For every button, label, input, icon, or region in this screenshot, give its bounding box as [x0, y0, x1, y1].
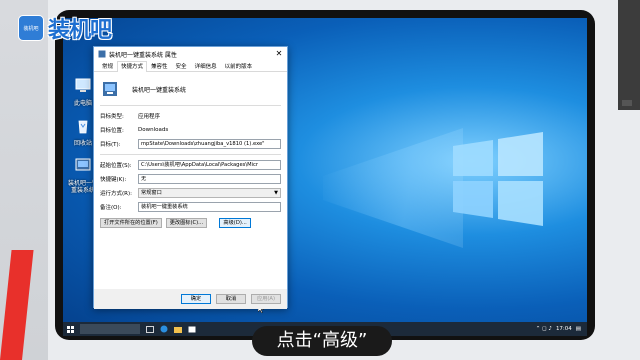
dialog-titlebar[interactable]: 装机吧一键重装系统 属性 ✕: [94, 47, 287, 61]
cancel-button[interactable]: 取消: [216, 294, 246, 304]
app-small-icon: [98, 50, 106, 58]
dialog-footer: 确定 取消 应用(A): [94, 289, 287, 309]
start-in-field[interactable]: C:\Users\装机吧\AppData\Local\Packages\Micr: [138, 160, 281, 170]
advanced-button[interactable]: 高级(D)...: [219, 218, 252, 228]
open-file-location-button[interactable]: 打开文件所在的位置(F): [100, 218, 162, 228]
row-target-type: 目标类型: 应用程序: [100, 111, 281, 121]
task-view-icon: [146, 325, 154, 333]
brand-wordmark: 装机吧: [48, 18, 112, 43]
close-icon[interactable]: ✕: [271, 47, 287, 61]
change-icon-button[interactable]: 更改图标(C)...: [165, 218, 208, 228]
app-shortcut-icon: [75, 158, 91, 171]
apply-button[interactable]: 应用(A): [251, 294, 281, 304]
computer-icon: [75, 78, 91, 92]
tutorial-caption: 点击“高级”: [252, 326, 392, 356]
start-button[interactable]: [63, 322, 77, 336]
taskbar-search-box[interactable]: [80, 324, 140, 334]
row-shortcut-key: 快捷键(K): 无: [100, 174, 281, 184]
stage: 此电脑 回收站 装机吧一键重装系统 装机吧一键重装系统 属性 ✕ 常规 快捷方式…: [0, 0, 640, 360]
clock[interactable]: 17:04: [556, 326, 572, 332]
store-icon: [188, 326, 196, 333]
desktop-screen: 此电脑 回收站 装机吧一键重装系统 装机吧一键重装系统 属性 ✕ 常规 快捷方式…: [63, 18, 587, 336]
target-location-value: Downloads: [138, 127, 169, 133]
target-location-label: 目标位置:: [100, 128, 124, 134]
tab-compatibility[interactable]: 兼容性: [147, 61, 172, 71]
dialog-title: 装机吧一键重装系统 属性: [109, 51, 177, 59]
divider: [100, 105, 281, 106]
brand-badge: 装机吧: [18, 15, 44, 41]
brand-logo: 装机吧 装机吧: [18, 12, 112, 44]
chevron-down-icon: ▼: [274, 190, 278, 196]
windows-start-icon: [66, 325, 74, 333]
row-target: 目标(T): mpState\Downloads\zhuangjiba_v181…: [100, 139, 281, 149]
row-comment: 备注(O): 装机吧一键重装系统: [100, 202, 281, 212]
properties-dialog: 装机吧一键重装系统 属性 ✕ 常规 快捷方式 兼容性 安全 详细信息 以前的版本: [93, 46, 288, 313]
target-type-label: 目标类型:: [100, 114, 124, 120]
target-field[interactable]: mpState\Downloads\zhuangjiba_v1810 (1).e…: [138, 139, 281, 149]
shortcut-key-field[interactable]: 无: [138, 174, 281, 184]
target-type-value: 应用程序: [138, 114, 161, 120]
start-in-label: 起始位置(S):: [100, 163, 132, 169]
row-target-location: 目标位置: Downloads: [100, 125, 281, 135]
app-large-icon: [103, 82, 117, 96]
row-start-in: 起始位置(S): C:\Users\装机吧\AppData\Local\Pack…: [100, 160, 281, 170]
action-buttons: 打开文件所在的位置(F) 更改图标(C)... 高级(D)...: [100, 218, 281, 228]
folder-icon: [174, 326, 182, 333]
run-select[interactable]: 常规窗口 ▼: [138, 188, 281, 198]
system-tray: ⌃ ◻ ♪ 17:04 ▤: [536, 326, 587, 332]
edge-icon: [160, 325, 168, 333]
tab-general[interactable]: 常规: [98, 61, 117, 71]
tab-details[interactable]: 详细信息: [191, 61, 221, 71]
run-select-value: 常规窗口: [141, 190, 162, 196]
tab-shortcut[interactable]: 快捷方式: [117, 61, 148, 72]
dark-decor: [618, 0, 640, 110]
taskbar-store-button[interactable]: [185, 322, 199, 336]
run-label: 运行方式(R):: [100, 191, 132, 197]
monitor: 此电脑 回收站 装机吧一键重装系统 装机吧一键重装系统 属性 ✕ 常规 快捷方式…: [55, 10, 595, 340]
windows-logo-icon: [453, 132, 543, 226]
taskbar-edge-button[interactable]: [157, 322, 171, 336]
shortcut-header: 装机吧一键重装系统: [100, 78, 281, 100]
decor-nub: [622, 100, 632, 106]
task-view-button[interactable]: [143, 322, 157, 336]
tab-previous-versions[interactable]: 以前的版本: [221, 61, 257, 71]
taskbar-explorer-button[interactable]: [171, 322, 185, 336]
shortcut-key-label: 快捷键(K):: [100, 177, 127, 183]
divider: [100, 154, 281, 155]
app-name: 装机吧一键重装系统: [132, 86, 187, 94]
tab-strip: 常规 快捷方式 兼容性 安全 详细信息 以前的版本: [94, 61, 287, 72]
ok-button[interactable]: 确定: [181, 294, 211, 304]
tray-icons[interactable]: ⌃ ◻ ♪: [536, 326, 552, 332]
target-label: 目标(T):: [100, 142, 121, 148]
recycle-bin-icon: [78, 120, 88, 134]
comment-label: 备注(O):: [100, 205, 122, 211]
comment-field[interactable]: 装机吧一键重装系统: [138, 202, 281, 212]
shortcut-tab-body: 装机吧一键重装系统 目标类型: 应用程序 目标位置: Downloads 目标(…: [94, 72, 287, 313]
row-run: 运行方式(R): 常规窗口 ▼: [100, 188, 281, 198]
light-beam: [323, 128, 463, 248]
tab-security[interactable]: 安全: [172, 61, 191, 71]
notification-icon[interactable]: ▤: [576, 326, 581, 332]
